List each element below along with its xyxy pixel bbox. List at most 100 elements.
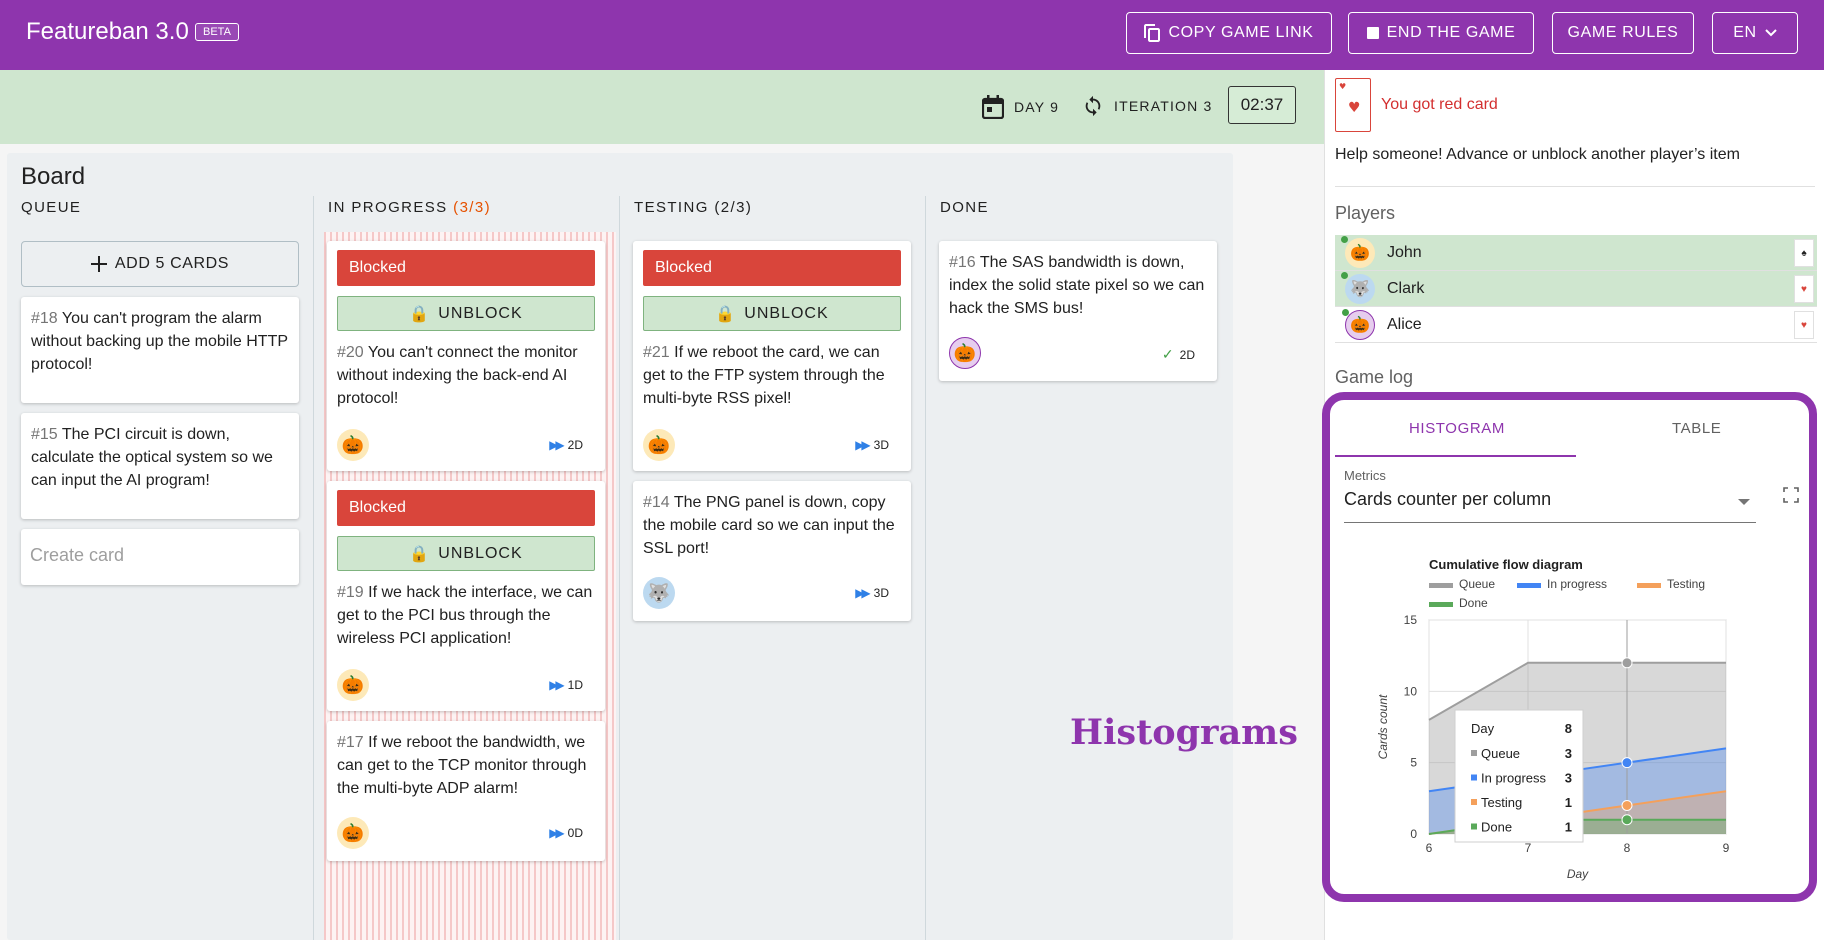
fullscreen-icon[interactable] xyxy=(1783,487,1799,503)
unblock-button[interactable]: 🔒 UNBLOCK xyxy=(337,536,595,571)
avatar: 🐺 xyxy=(643,577,675,609)
card-20[interactable]: Blocked 🔒 UNBLOCK #20 You can't connect t… xyxy=(327,241,605,471)
iteration-label: ITERATION 3 xyxy=(1114,98,1213,114)
fast-forward-icon: ▶▶ xyxy=(855,586,871,600)
data-point xyxy=(1621,757,1633,769)
metrics-label: Metrics xyxy=(1344,468,1386,483)
tooltip-series-value: 3 xyxy=(1565,746,1572,761)
avatar: 🎃 xyxy=(337,817,369,849)
x-tick-label: 7 xyxy=(1525,841,1532,855)
cumulative-flow-chart: Cumulative flow diagram Queue In progress T… xyxy=(1376,557,1730,881)
column-divider xyxy=(313,196,314,940)
end-game-button[interactable]: END THE GAME xyxy=(1348,12,1534,54)
avatar: 🎃 xyxy=(337,669,369,701)
lock-icon: 🔒 xyxy=(715,305,737,323)
x-axis-title: Day xyxy=(1567,867,1589,881)
estimate: ✓ 2D xyxy=(1161,346,1195,362)
estimate: ▶▶ 1D xyxy=(549,678,583,692)
tooltip-day-label: Day xyxy=(1471,721,1495,736)
card-16[interactable]: #16 The SAS bandwidth is down, index the… xyxy=(939,241,1217,381)
wip-count: (2/3) xyxy=(714,199,753,216)
fast-forward-icon: ▶▶ xyxy=(549,826,565,840)
unblock-button[interactable]: 🔒 UNBLOCK xyxy=(337,296,595,331)
card-instruction: Help someone! Advance or unblock another… xyxy=(1335,146,1740,163)
players-title: Players xyxy=(1335,203,1396,223)
active-tab-indicator xyxy=(1335,455,1576,457)
column-header-queue: QUEUE xyxy=(21,199,82,216)
legend-swatch xyxy=(1517,583,1541,588)
legend-label: Queue xyxy=(1459,577,1495,591)
game-rules-label: GAME RULES xyxy=(1567,24,1679,41)
x-tick-label: 8 xyxy=(1624,841,1631,855)
svg-text:♥: ♥ xyxy=(1339,82,1346,91)
tooltip-series-label: Testing xyxy=(1481,795,1522,810)
blocked-banner: Blocked xyxy=(337,490,595,526)
add-cards-label: ADD 5 CARDS xyxy=(114,255,230,272)
player-row[interactable]: 🎃 John ♠ xyxy=(1335,235,1817,271)
board-title: Board xyxy=(21,163,86,190)
column-header-done: DONE xyxy=(940,199,989,216)
tooltip-swatch xyxy=(1471,774,1477,781)
column-divider xyxy=(619,196,620,940)
online-indicator xyxy=(1342,308,1349,316)
card-21[interactable]: Blocked 🔒 UNBLOCK #21 If we reboot the ca… xyxy=(633,241,911,471)
timer: 02:37 xyxy=(1228,86,1296,124)
copy-game-link-label: COPY GAME LINK xyxy=(1168,24,1314,41)
stop-icon xyxy=(1366,27,1379,39)
player-card-icon: ♥ xyxy=(1794,275,1814,303)
tab-histogram[interactable]: HISTOGRAM xyxy=(1409,420,1505,437)
red-card-message: You got red card xyxy=(1381,96,1498,113)
online-indicator xyxy=(1341,235,1348,243)
card-text: #20 You can't connect the monitor withou… xyxy=(337,344,578,407)
card-17[interactable]: #17 If we reboot the bandwidth, we can g… xyxy=(327,721,605,861)
metrics-value: Cards counter per column xyxy=(1344,489,1552,509)
tab-table[interactable]: TABLE xyxy=(1672,420,1721,437)
data-point xyxy=(1621,814,1633,826)
tooltip-day-value: 8 xyxy=(1565,721,1572,736)
player-row[interactable]: 🐺 Clark ♥ xyxy=(1335,271,1817,307)
card-14[interactable]: #14 The PNG panel is down, copy the mobi… xyxy=(633,481,911,621)
game-rules-button[interactable]: GAME RULES xyxy=(1552,12,1694,54)
avatar: 🎃 xyxy=(1342,308,1375,340)
blocked-banner: Blocked xyxy=(643,250,901,286)
card-text: #14 The PNG panel is down, copy the mobi… xyxy=(643,494,895,557)
app-bar xyxy=(0,0,1824,70)
legend-label: In progress xyxy=(1547,577,1607,591)
y-tick-label: 10 xyxy=(1404,684,1418,698)
fast-forward-icon: ▶▶ xyxy=(549,438,565,452)
unblock-button[interactable]: 🔒 UNBLOCK xyxy=(643,296,901,331)
data-point xyxy=(1621,799,1633,811)
card-18[interactable]: #18 You can't program the alarm without … xyxy=(21,297,299,403)
create-card-input[interactable]: Create card xyxy=(21,529,299,585)
avatar: 🎃 xyxy=(1341,235,1375,268)
y-tick-label: 5 xyxy=(1410,756,1417,770)
player-row[interactable]: 🎃 Alice ♥ xyxy=(1335,307,1817,343)
end-game-label: END THE GAME xyxy=(1386,24,1516,41)
svg-text:♥: ♥ xyxy=(1348,100,1361,116)
column-divider xyxy=(925,196,926,940)
day-indicator: DAY 9 xyxy=(982,95,1059,119)
histograms-annotation: Histograms xyxy=(1070,712,1298,753)
day-label: DAY 9 xyxy=(1014,99,1060,115)
card-15[interactable]: #15 The PCI circuit is down, calculate t… xyxy=(21,413,299,519)
tooltip-series-label: Queue xyxy=(1481,746,1520,761)
y-tick-label: 15 xyxy=(1404,613,1418,627)
metrics-select[interactable]: Cards counter per column xyxy=(1344,489,1756,523)
tooltip-swatch xyxy=(1471,750,1477,756)
add-cards-button[interactable]: ADD 5 CARDS xyxy=(21,241,299,287)
language-select[interactable]: EN xyxy=(1712,12,1798,54)
player-card-icon: ♥ xyxy=(1794,311,1814,339)
card-text: #17 If we reboot the bandwidth, we can g… xyxy=(337,734,587,797)
copy-game-link-button[interactable]: COPY GAME LINK xyxy=(1126,12,1332,54)
x-tick-label: 9 xyxy=(1723,841,1730,855)
card-text: #19 If we hack the interface, we can get… xyxy=(337,584,593,647)
legend-swatch xyxy=(1637,583,1661,588)
dropdown-arrow-icon xyxy=(1738,499,1750,505)
tooltip-series-label: Done xyxy=(1481,820,1512,835)
tooltip-series-label: In progress xyxy=(1481,771,1547,786)
card-19[interactable]: Blocked 🔒 UNBLOCK #19 If we hack the inte… xyxy=(327,481,605,711)
tooltip-series-value: 1 xyxy=(1565,795,1572,810)
card-text: #15 The PCI circuit is down, calculate t… xyxy=(31,426,273,489)
y-tick-label: 0 xyxy=(1410,827,1417,841)
fast-forward-icon: ▶▶ xyxy=(549,678,565,692)
